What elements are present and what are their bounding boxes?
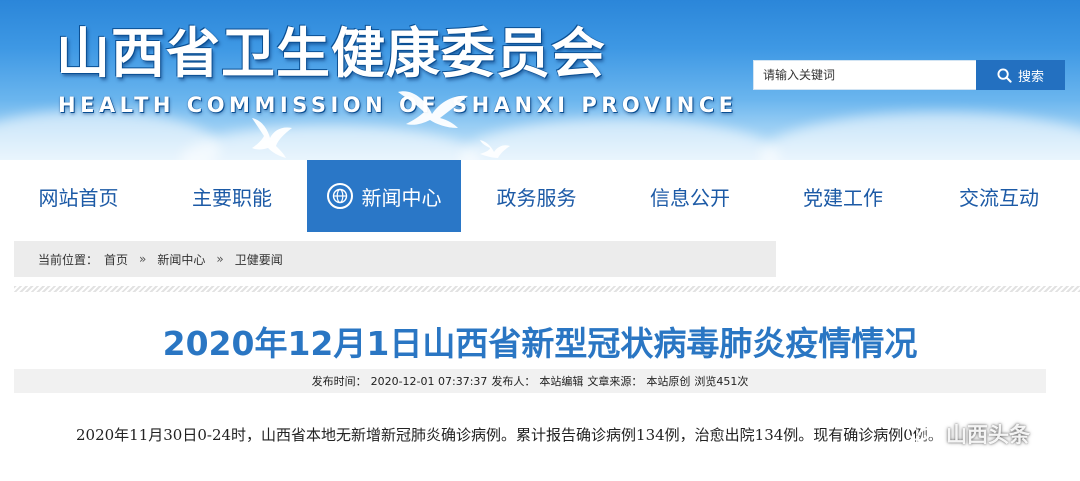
watermark: 山西头条 [906,417,1030,451]
main-nav: 网站首页 主要职能 新闻中心 政务服务 信息公开 党建工作 交流互动 [0,160,1080,232]
nav-item-home[interactable]: 网站首页 [0,160,157,232]
nav-item-functions[interactable]: 主要职能 [157,160,307,232]
breadcrumb-separator: » [139,252,147,266]
nav-item-label: 党建工作 [803,185,883,210]
views-unit: 次 [737,375,749,388]
views-value: 451 [716,374,738,388]
nav-item-information-disclosure[interactable]: 信息公开 [612,160,768,232]
article-meta: 发布时间： 2020-12-01 07:37:37 发布人： 本站编辑 文章来源… [14,369,1046,393]
wechat-icon [907,421,939,446]
dove-icon [252,118,292,158]
nav-item-government-services[interactable]: 政务服务 [461,160,612,232]
source-label: 文章来源： [587,375,643,388]
source-value: 本站原创 [646,375,691,388]
breadcrumb-link-news-center[interactable]: 新闻中心 [157,251,205,268]
breadcrumb-link-health-news[interactable]: 卫健要闻 [235,251,283,268]
published-value: 2020-12-01 07:37:37 [370,374,488,388]
search-button-label: 搜索 [1017,69,1044,85]
breadcrumb-separator: » [216,252,224,266]
nav-item-label: 网站首页 [38,185,119,210]
author-value: 本站编辑 [539,375,584,388]
nav-item-label: 信息公开 [650,185,730,210]
breadcrumb-link-home[interactable]: 首页 [104,251,128,268]
site-title-chinese: 山西省卫生健康委员会 [56,22,606,85]
breadcrumb: 当前位置： 首页 » 新闻中心 » 卫健要闻 [14,241,776,277]
dove-icon [398,91,468,128]
search-box: 搜索 [753,60,1065,90]
globe-icon [326,183,353,209]
article-title: 2020年12月1日山西省新型冠状病毒肺炎疫情情况 [162,324,918,363]
search-icon [997,67,1012,83]
nav-item-interaction[interactable]: 交流互动 [918,160,1080,232]
views-label: 浏览 [694,375,717,388]
nav-item-label: 交流互动 [959,185,1039,210]
breadcrumb-prefix: 当前位置： [38,252,99,267]
section-divider [14,286,1080,292]
search-button[interactable]: 搜索 [976,60,1065,90]
nav-item-label: 主要职能 [192,185,272,210]
published-label: 发布时间： [311,375,367,388]
search-input[interactable] [754,61,976,89]
nav-item-party-building[interactable]: 党建工作 [768,160,918,232]
author-label: 发布人： [491,375,536,388]
nav-item-label: 新闻中心 [361,185,442,210]
header-banner: 山西省卫生健康委员会 HEALTH COMMISSION OF SHANXI P… [0,0,1080,160]
nav-item-news-center[interactable]: 新闻中心 [307,160,461,232]
dove-icon [480,140,510,158]
cloud-decoration [760,112,1080,160]
watermark-text: 山西头条 [946,423,1030,447]
nav-item-label: 政务服务 [496,185,577,210]
